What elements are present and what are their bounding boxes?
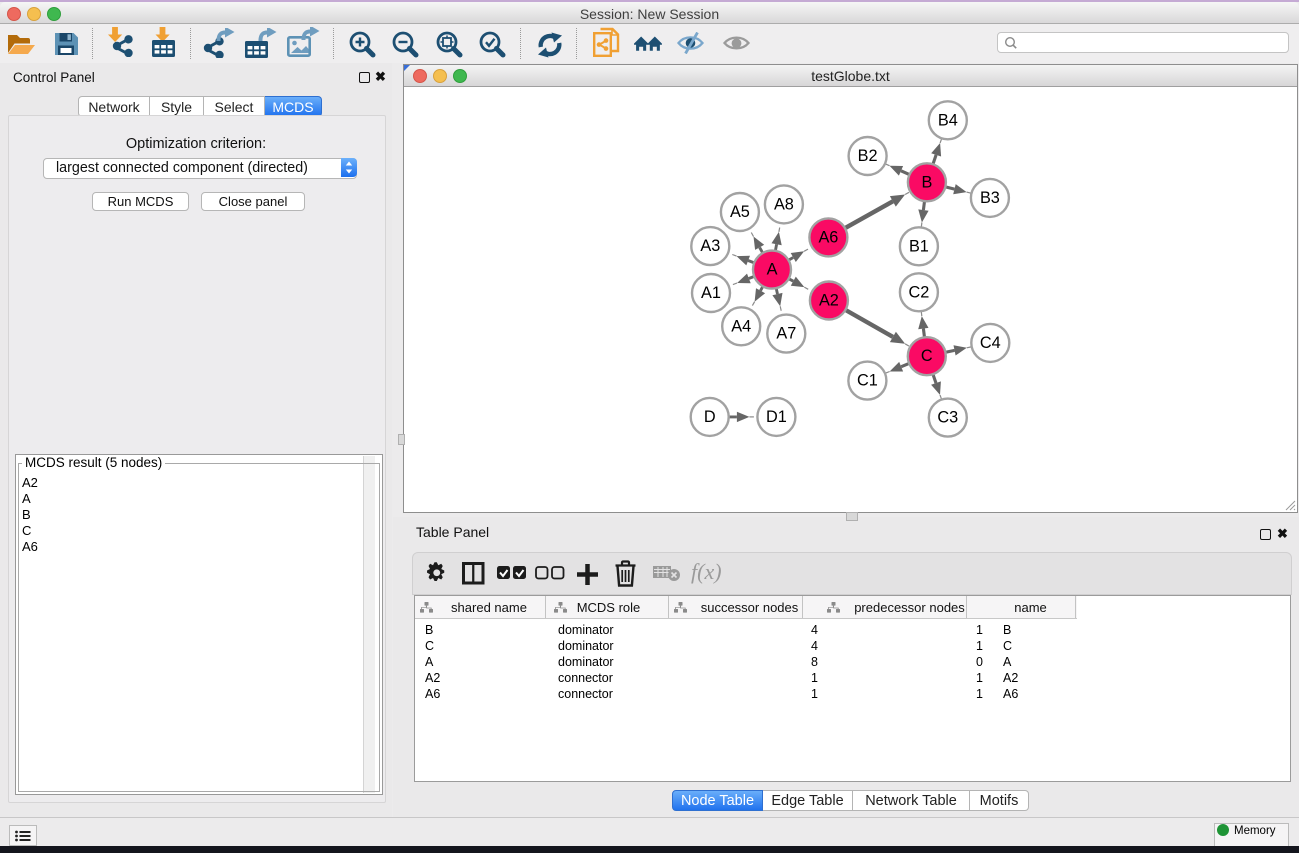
svg-text:A: A bbox=[767, 261, 778, 279]
svg-text:B4: B4 bbox=[938, 111, 958, 129]
svg-text:D1: D1 bbox=[766, 408, 787, 426]
svg-text:C2: C2 bbox=[908, 283, 929, 301]
svg-text:B3: B3 bbox=[980, 189, 1000, 207]
svg-text:A3: A3 bbox=[700, 237, 720, 255]
svg-text:D: D bbox=[704, 408, 716, 426]
svg-text:A1: A1 bbox=[701, 284, 721, 302]
svg-text:A4: A4 bbox=[731, 317, 751, 335]
svg-text:A8: A8 bbox=[774, 195, 794, 213]
svg-text:B2: B2 bbox=[858, 147, 878, 165]
svg-text:C1: C1 bbox=[857, 372, 878, 390]
svg-text:B: B bbox=[921, 173, 932, 191]
svg-text:A2: A2 bbox=[819, 292, 839, 310]
svg-text:C: C bbox=[921, 347, 933, 365]
svg-text:C3: C3 bbox=[937, 409, 958, 427]
svg-text:A6: A6 bbox=[818, 228, 838, 246]
svg-text:A5: A5 bbox=[730, 203, 750, 221]
svg-text:B1: B1 bbox=[909, 237, 929, 255]
svg-text:C4: C4 bbox=[980, 334, 1001, 352]
svg-text:A7: A7 bbox=[776, 325, 796, 343]
